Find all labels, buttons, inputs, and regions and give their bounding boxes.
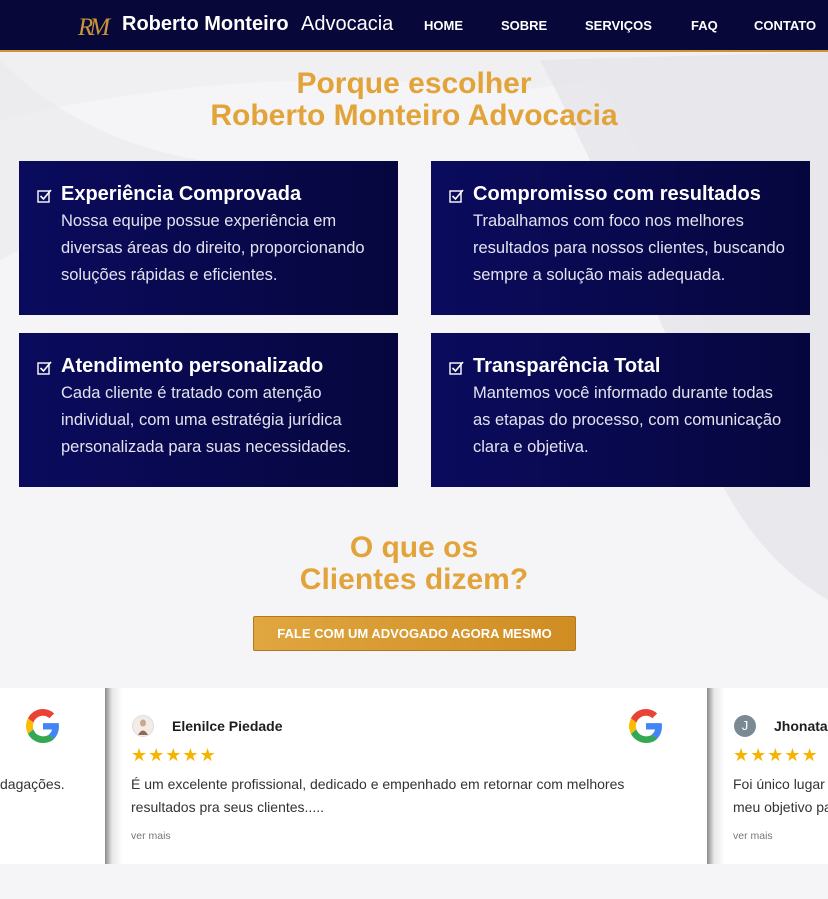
read-more-link[interactable]: ver mais <box>131 830 171 842</box>
logo-mark[interactable]: RM <box>78 14 110 42</box>
reviewer-name: Jhonata <box>774 718 828 734</box>
carousel-divider <box>105 688 123 864</box>
feature-card-title: Experiência Comprovada <box>61 183 302 205</box>
checkbox-check-icon <box>449 188 464 203</box>
star-rating: ★★★★★ <box>131 745 217 765</box>
read-more-link[interactable]: ver mais <box>733 830 773 842</box>
brand-name[interactable]: Roberto Monteiro <box>122 13 289 36</box>
why-title-line1: Porque escolher <box>296 67 532 100</box>
feature-card-text: Cada cliente é tratado com atenção indivi… <box>61 384 351 456</box>
nav-servicos[interactable]: SERVIÇOS <box>585 18 652 33</box>
feature-card-commitment: Compromisso com resultados Trabalhamos c… <box>431 161 810 315</box>
review-text: É um excelente profissional, dedicado e … <box>131 776 625 815</box>
feature-card-title: Transparência Total <box>473 355 661 377</box>
google-icon <box>26 709 59 743</box>
feature-card-title: Atendimento personalizado <box>61 355 324 377</box>
feature-card-personalized: Atendimento personalizado Cada cliente é… <box>19 333 398 487</box>
brand-subtitle[interactable]: Advocacia <box>301 13 393 36</box>
review-card: Elenilce Piedade ★★★★★ É um excelente pr… <box>123 688 707 864</box>
feature-card-text: Nossa equipe possue experiência em divers… <box>61 212 365 284</box>
checkbox-check-icon <box>449 360 464 375</box>
review-text: dagações. <box>0 776 65 792</box>
avatar[interactable]: J <box>734 715 756 737</box>
testimonials-title-line1: O que os <box>349 531 479 564</box>
carousel-divider <box>707 688 725 864</box>
reviewer-name: Elenilce Piedade <box>172 718 283 734</box>
google-icon <box>629 709 662 743</box>
feature-card-transparency: Transparência Total Mantemos você inform… <box>431 333 810 487</box>
feature-card-experience: Experiência Comprovada Nossa equipe poss… <box>19 161 398 315</box>
feature-card-text: Mantemos você informado durante todas as … <box>473 384 782 456</box>
nav-contato[interactable]: CONTATO <box>754 18 816 33</box>
checkbox-check-icon <box>37 188 52 203</box>
nav-sobre[interactable]: SOBRE <box>501 18 547 33</box>
star-rating: ★★★★★ <box>733 745 819 765</box>
feature-card-text: Trabalhamos com foco nos melhores resulta… <box>473 212 785 284</box>
why-title-line2: Roberto Monteiro Advocacia <box>210 99 618 132</box>
review-card-partial-right: J Jhonata ★★★★★ Foi único lugar meu obje… <box>725 688 828 864</box>
checkbox-check-icon <box>37 360 52 375</box>
talk-to-lawyer-button[interactable]: FALE COM UM ADVOGADO AGORA MESMO <box>253 616 576 651</box>
review-card-partial-left: dagações. <box>0 688 105 864</box>
nav-faq[interactable]: FAQ <box>691 18 718 33</box>
testimonials-title-line2: Clientes dizem? <box>299 563 529 596</box>
avatar[interactable] <box>132 715 154 737</box>
review-text: Foi único lugar meu objetivo pa <box>733 776 828 815</box>
site-header: RM Roberto Monteiro Advocacia HOME SOBRE… <box>0 0 828 52</box>
nav-home[interactable]: HOME <box>424 18 463 33</box>
feature-card-title: Compromisso com resultados <box>473 183 761 205</box>
